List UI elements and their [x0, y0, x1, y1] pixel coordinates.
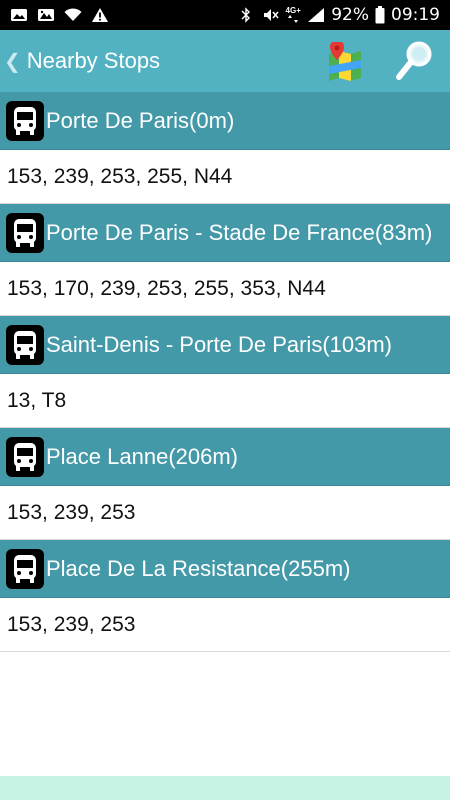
stop-name: Saint-Denis - Porte De Paris(103m): [46, 331, 393, 357]
signal-icon: [308, 8, 325, 22]
stop-routes[interactable]: 153, 239, 253: [0, 598, 450, 652]
bus-icon: [6, 212, 44, 253]
stop-routes[interactable]: 153, 170, 239, 253, 255, 353, N44: [0, 262, 450, 316]
stop-name: Place De La Resistance(255m): [46, 555, 351, 581]
clock: 09:19: [391, 5, 440, 25]
data-arrows-icon: [288, 15, 299, 23]
wifi-icon: [64, 8, 82, 21]
stop-name: Porte De Paris(0m): [46, 107, 235, 133]
stop-header[interactable]: Porte De Paris(0m): [0, 92, 450, 150]
mute-icon: [264, 9, 279, 21]
stop-routes[interactable]: 153, 239, 253, 255, N44: [0, 150, 450, 204]
battery-icon: [375, 6, 385, 24]
stop-routes[interactable]: 13, T8: [0, 374, 450, 428]
map-button[interactable]: [326, 40, 364, 82]
status-bar: 4G+ 92% 09:19: [0, 0, 450, 30]
stop-header[interactable]: Porte De Paris - Stade De France(83m): [0, 204, 450, 262]
bus-icon: [6, 100, 44, 141]
stop-header[interactable]: Place Lanne(206m): [0, 428, 450, 486]
network-indicator: 4G+: [285, 7, 301, 23]
stop-name: Place Lanne(206m): [46, 443, 239, 469]
warning-icon: [92, 8, 108, 22]
map-icon: [329, 40, 361, 81]
app-bar: ❮ Nearby Stops: [0, 30, 450, 92]
stop-list: Porte De Paris(0m) 153, 239, 253, 255, N…: [0, 92, 450, 652]
page-title: Nearby Stops: [26, 48, 161, 73]
back-button[interactable]: ❮ Nearby Stops: [0, 30, 160, 92]
bluetooth-icon: [241, 7, 251, 23]
chevron-left-icon: ❮: [4, 50, 21, 73]
search-button[interactable]: [394, 39, 434, 83]
bus-icon: [6, 436, 44, 477]
stop-header[interactable]: Saint-Denis - Porte De Paris(103m): [0, 316, 450, 374]
bus-icon: [6, 324, 44, 365]
stop-header[interactable]: Place De La Resistance(255m): [0, 540, 450, 598]
notification-icons: [10, 7, 109, 23]
stop-name: Porte De Paris - Stade De France(83m): [46, 219, 433, 245]
system-status: 4G+ 92% 09:19: [237, 5, 440, 25]
bottom-strip: [0, 776, 450, 800]
photo-notification-icon: [11, 9, 27, 21]
stop-routes[interactable]: 153, 239, 253: [0, 486, 450, 540]
bus-icon: [6, 548, 44, 589]
gallery-notification-icon: [38, 9, 54, 21]
network-type-label: 4G+: [285, 6, 301, 15]
search-icon: [396, 41, 432, 80]
battery-percentage: 92%: [331, 5, 369, 25]
